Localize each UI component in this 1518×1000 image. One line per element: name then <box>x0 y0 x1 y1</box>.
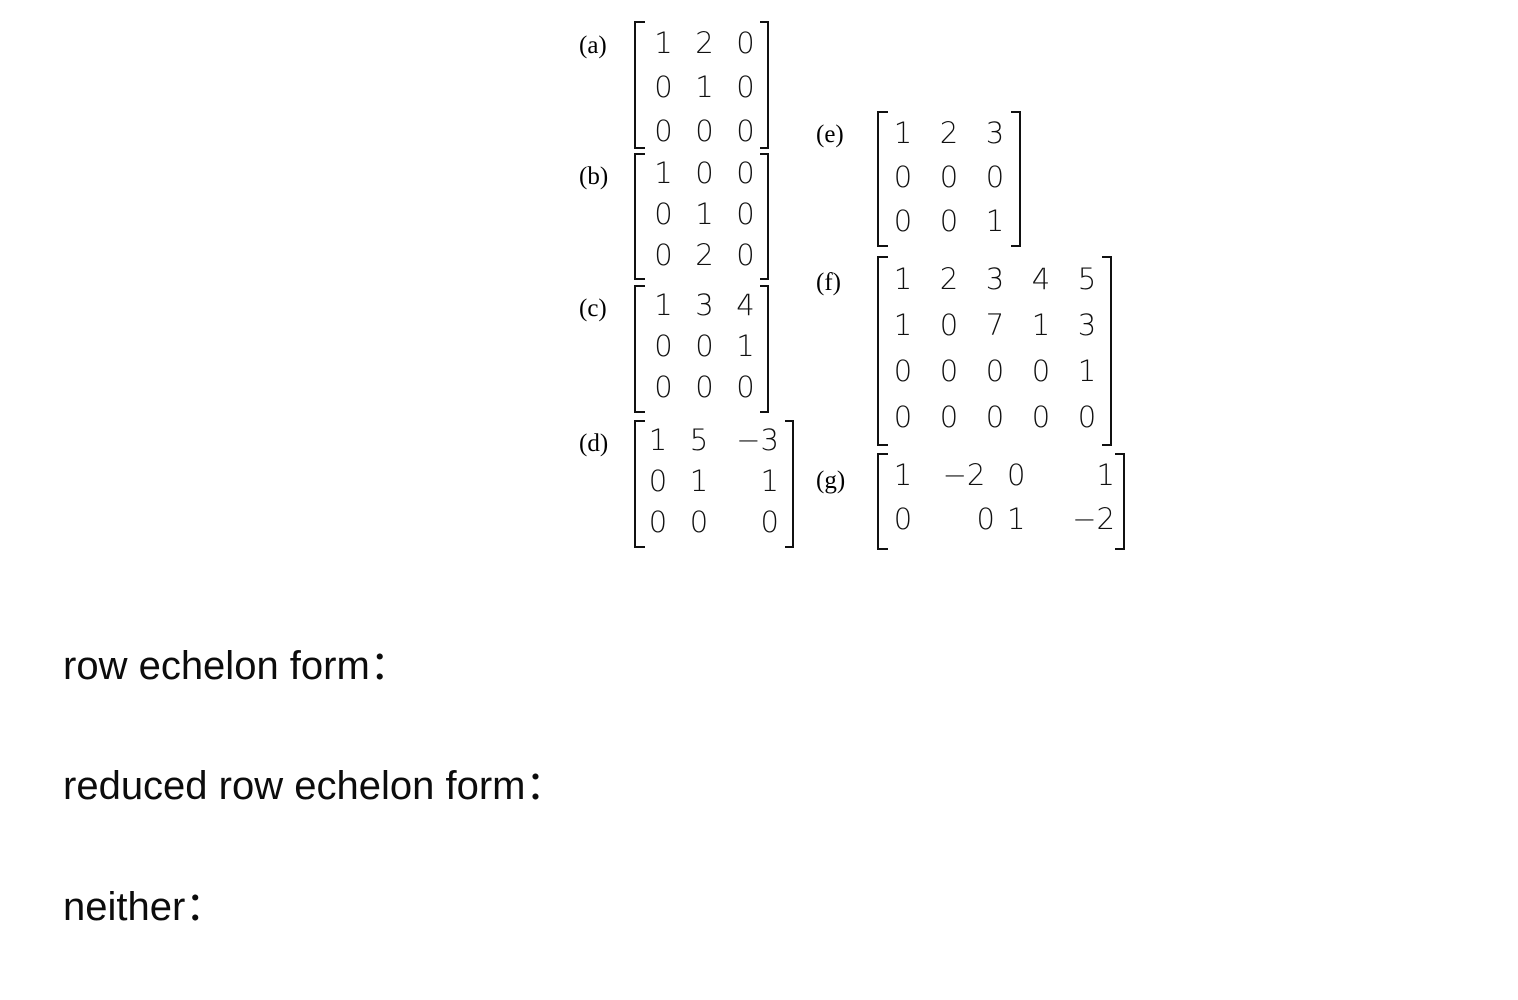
matrix-entries: 1 −2 0 1 0 0 1 −2 <box>885 453 1121 541</box>
matrix-cell: 1 <box>893 261 913 296</box>
matrix-cell: 1 <box>893 307 913 342</box>
matrix-cell: 0 <box>695 370 714 404</box>
matrix-cell: 1 <box>654 25 673 60</box>
matrix-cell: 0 <box>939 307 959 342</box>
matrix-cell: 4 <box>1031 261 1051 296</box>
matrix-cell: 0 <box>654 329 673 363</box>
matrix-cell: 3 <box>985 261 1005 296</box>
matrix-label: (g) <box>816 467 846 494</box>
matrix-entries: 1 2 0 0 1 0 0 0 0 <box>643 21 766 153</box>
matrix-cell: 0 <box>695 156 714 190</box>
neither-prompt: neither： <box>63 885 226 929</box>
matrix-cell: 2 <box>695 25 714 60</box>
matrix-cell: 0 <box>939 203 959 238</box>
matrix-cell: 1 <box>760 464 779 498</box>
matrix-cell: 0 <box>939 399 959 434</box>
matrix-cell: 0 <box>654 370 673 404</box>
matrix-cell: 1 <box>1096 457 1115 492</box>
right-bracket <box>760 285 769 413</box>
matrix-cell: 0 <box>939 353 959 388</box>
matrix-cell: 0 <box>985 399 1005 434</box>
right-bracket <box>1102 256 1112 446</box>
matrix-entries: 1 2 3 0 0 0 0 0 1 <box>880 111 1018 243</box>
right-bracket <box>1011 111 1021 247</box>
matrix-cell: 0 <box>760 505 779 539</box>
matrix-entries: 1 3 4 0 0 1 0 0 0 <box>643 285 766 408</box>
matrix-cell: −3 <box>736 423 779 457</box>
matrix-cell: 1 <box>648 423 668 457</box>
matrix-cell: 0 <box>654 113 673 148</box>
reduced-row-echelon-prompt: reduced row echelon form： <box>63 764 566 808</box>
matrix-cell: 0 <box>893 501 913 536</box>
matrix-cell: 0 <box>1031 399 1051 434</box>
matrix-cell: 1 <box>1031 307 1051 342</box>
matrix-label: (d) <box>579 430 609 457</box>
right-bracket <box>785 420 794 548</box>
matrix-cell: −2 <box>942 457 986 492</box>
matrix-cell: 0 <box>893 399 913 434</box>
matrix-cell: 3 <box>695 288 714 322</box>
matrix-cell: 0 <box>654 197 673 231</box>
matrix-cell: 0 <box>689 505 709 539</box>
matrix-cell: 0 <box>648 464 668 498</box>
right-bracket <box>760 153 769 280</box>
matrix-cell: 0 <box>695 329 714 363</box>
right-bracket <box>760 21 769 149</box>
right-bracket <box>1115 453 1125 550</box>
matrix-cell: 1 <box>893 115 913 150</box>
matrix-cell: 1 <box>654 288 673 322</box>
matrix-cell: 0 <box>985 353 1005 388</box>
matrix-cell: 0 <box>648 505 668 539</box>
matrix-cell: 0 <box>654 69 673 104</box>
matrix-cell: 0 <box>1007 457 1026 492</box>
matrix-cell: 1 <box>689 464 709 498</box>
matrix-cell: 1 <box>654 156 673 190</box>
matrix-label: (a) <box>579 32 607 59</box>
matrix-cell: 0 <box>695 113 714 148</box>
matrix-cell: 2 <box>695 238 714 272</box>
matrix-cell: 1 <box>695 197 714 231</box>
matrix-label: (b) <box>579 163 609 190</box>
matrix-cell: 1 <box>1007 501 1026 536</box>
matrix-cell: 2 <box>939 115 959 150</box>
row-echelon-prompt: row echelon form： <box>63 644 410 688</box>
matrix-cell: 0 <box>1031 353 1051 388</box>
matrix-label: (f) <box>816 269 841 296</box>
matrix-cell: 0 <box>893 203 913 238</box>
matrix-cell: −2 <box>1072 501 1115 536</box>
matrix-cell: 0 <box>654 238 673 272</box>
matrix-entries: 1 2 3 4 5 1 0 7 1 3 0 0 0 0 1 0 0 0 0 0 <box>880 256 1110 440</box>
matrix-entries: 1 5 −3 0 1 1 0 0 0 <box>643 420 785 543</box>
matrix-cell: 1 <box>695 69 714 104</box>
matrix-cell: 0 <box>893 353 913 388</box>
matrix-cell: 1 <box>893 457 913 492</box>
matrix-cell: 0 <box>893 159 913 194</box>
matrix-cell: 5 <box>689 423 709 457</box>
matrix-cell: 0 <box>976 501 995 536</box>
matrix-entries: 1 0 0 0 1 0 0 2 0 <box>643 153 766 276</box>
matrix-cell: 2 <box>939 261 959 296</box>
matrix-cell: 7 <box>985 307 1005 342</box>
matrix-cell: 0 <box>939 159 959 194</box>
matrix-label: (e) <box>816 121 844 148</box>
matrix-label: (c) <box>579 295 607 322</box>
